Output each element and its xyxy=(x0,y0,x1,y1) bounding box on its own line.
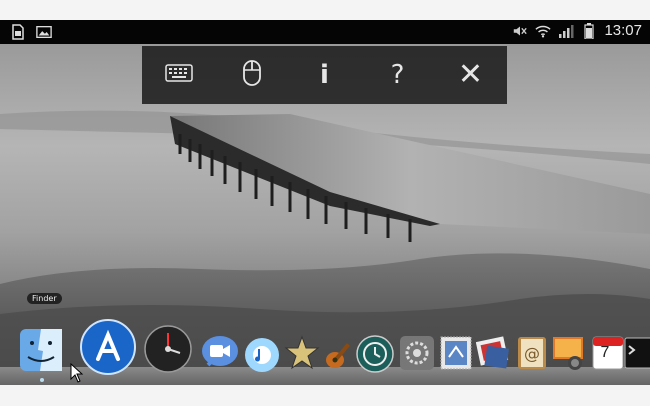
dock-mail[interactable] xyxy=(436,333,476,373)
mouse-icon xyxy=(242,59,262,91)
garageband-icon xyxy=(326,343,351,368)
wifi-icon xyxy=(535,23,552,39)
photo-booth-icon xyxy=(476,336,509,369)
dock-time-machine[interactable] xyxy=(356,335,394,373)
dock-iphoto[interactable] xyxy=(550,333,590,373)
dock-app-store[interactable] xyxy=(80,319,136,375)
dock-facetime[interactable] xyxy=(200,333,240,373)
mail-stamp-icon xyxy=(440,336,472,370)
info-icon: i xyxy=(320,60,329,90)
dock-finder[interactable] xyxy=(18,327,64,373)
remote-control-toolbar: i ? ✕ xyxy=(142,46,507,104)
mouse-pointer-icon xyxy=(70,363,84,383)
app-store-icon xyxy=(80,319,136,375)
facetime-icon xyxy=(202,336,238,367)
system-preferences-icon xyxy=(400,336,434,370)
mac-dock: @ 7 xyxy=(0,319,650,385)
keyboard-icon xyxy=(164,64,193,86)
imovie-icon xyxy=(284,335,320,370)
dock-calendar[interactable]: 7 xyxy=(588,333,628,373)
mouse-button[interactable] xyxy=(232,55,272,95)
android-status-bar: 13:07 xyxy=(0,20,650,44)
svg-text:@: @ xyxy=(524,344,540,363)
dock-address-book[interactable]: @ xyxy=(512,333,552,373)
device-screen: 13:07 i ? ✕ @ 7 xyxy=(0,20,650,385)
sim-card-icon xyxy=(10,24,26,40)
image-notification-icon xyxy=(36,24,52,40)
signal-icon xyxy=(558,23,574,39)
keyboard-button[interactable] xyxy=(159,55,199,95)
dock-system-preferences[interactable] xyxy=(397,333,437,373)
info-button[interactable]: i xyxy=(305,55,345,95)
terminal-icon xyxy=(624,337,650,369)
dock-photo-booth[interactable] xyxy=(474,333,514,373)
calendar-day-label: 7 xyxy=(600,344,610,361)
time-machine-icon xyxy=(356,335,394,373)
dashboard-icon xyxy=(144,325,192,373)
address-book-icon: @ xyxy=(518,337,546,369)
help-icon: ? xyxy=(390,60,405,90)
dock-imovie[interactable] xyxy=(282,333,322,373)
status-clock: 13:07 xyxy=(604,22,642,39)
finder-icon xyxy=(20,329,62,371)
itunes-icon xyxy=(245,338,279,372)
help-button[interactable]: ? xyxy=(378,55,418,95)
close-icon: ✕ xyxy=(457,57,484,92)
battery-icon xyxy=(581,22,597,39)
dock-itunes[interactable] xyxy=(244,337,280,373)
iphoto-icon xyxy=(553,337,583,370)
dock-garageband[interactable] xyxy=(320,333,360,373)
close-button[interactable]: ✕ xyxy=(451,55,491,95)
finder-running-indicator xyxy=(40,378,44,382)
mute-icon xyxy=(512,23,528,39)
dock-tooltip: Finder xyxy=(27,293,62,304)
dock-dashboard[interactable] xyxy=(144,325,192,373)
dock-terminal[interactable] xyxy=(624,333,650,373)
